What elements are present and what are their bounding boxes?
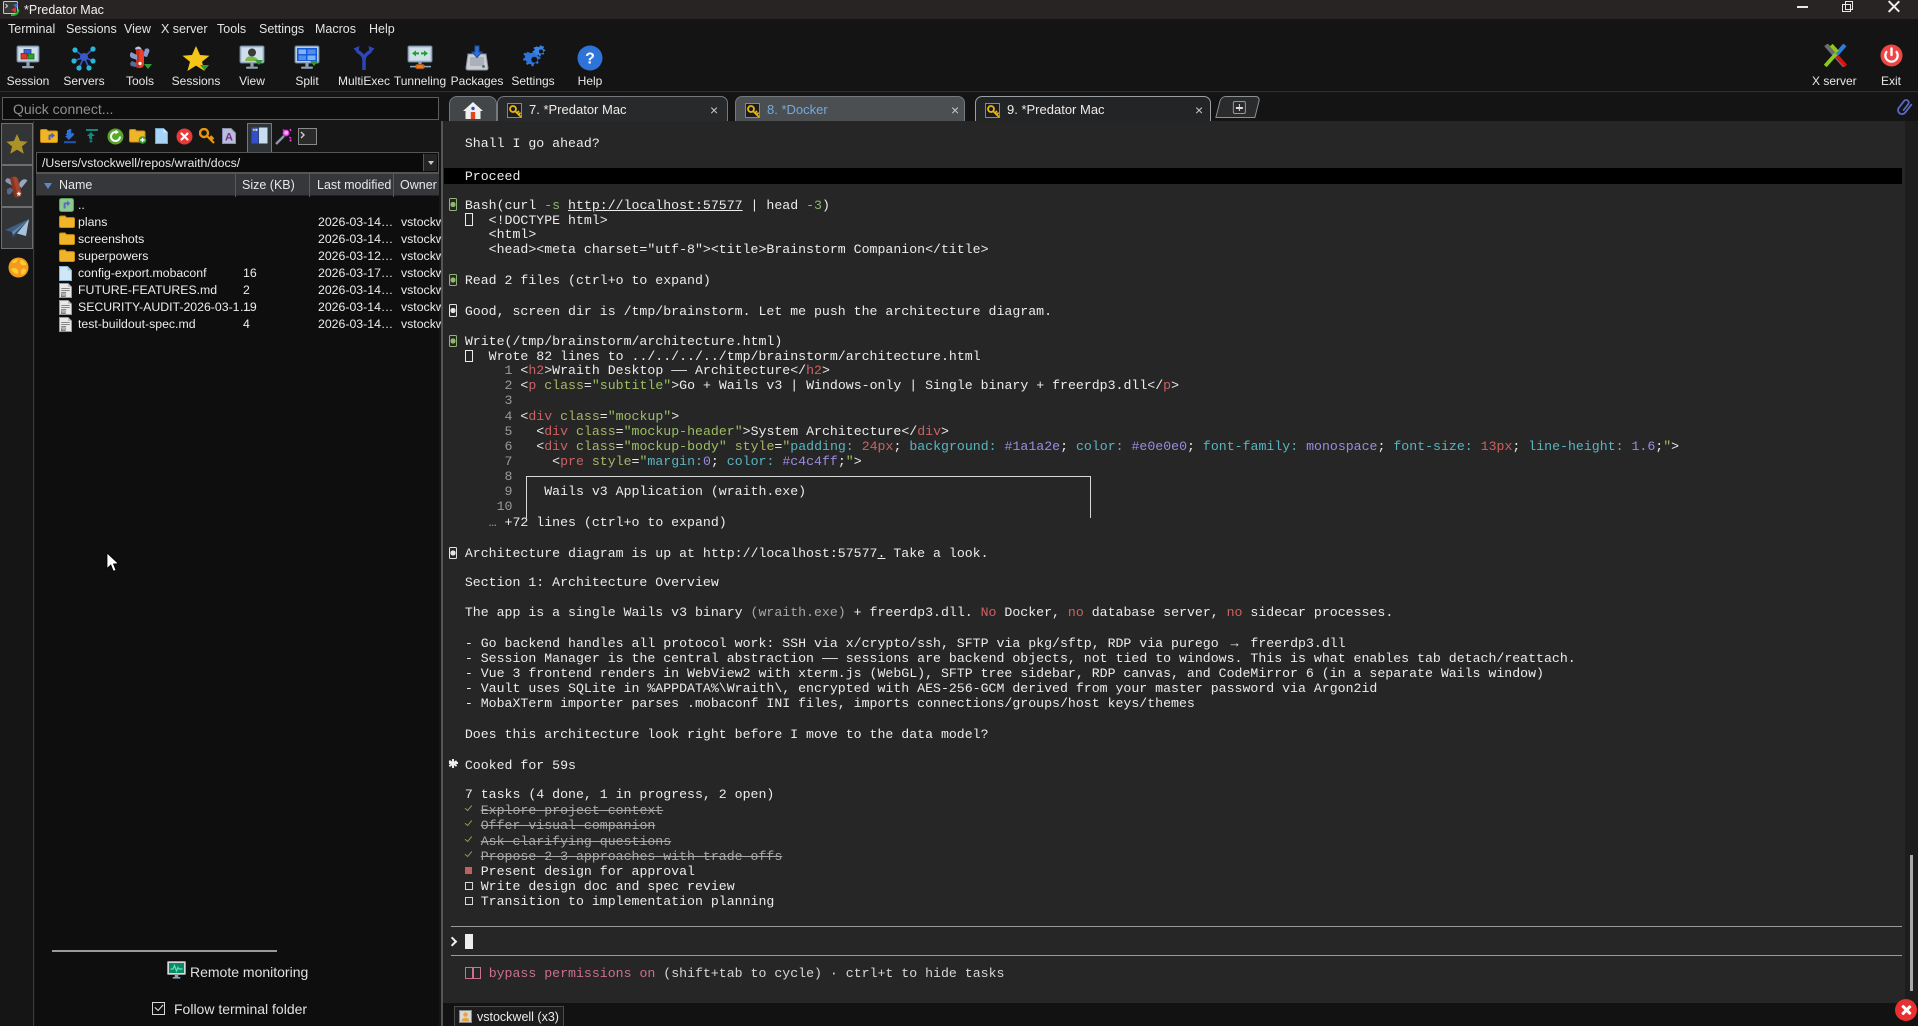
svg-text:?: ? xyxy=(585,51,595,68)
svg-text:A: A xyxy=(225,132,233,144)
